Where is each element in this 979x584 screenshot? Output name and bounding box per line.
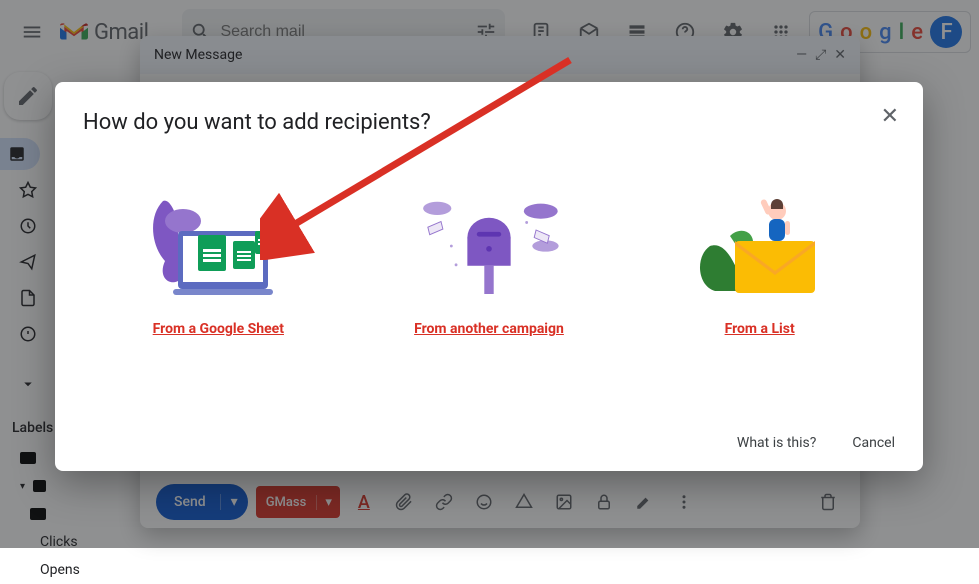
option-another-campaign[interactable]: From another campaign (409, 191, 569, 337)
help-link[interactable]: What is this? (737, 435, 816, 451)
option-label: From another campaign (414, 321, 564, 337)
option-label: From a List (725, 321, 795, 337)
option-label: From a Google Sheet (153, 321, 284, 337)
recipients-modal: How do you want to add recipients? ✕ (55, 82, 923, 471)
cancel-button[interactable]: Cancel (852, 435, 895, 451)
option-google-sheet[interactable]: From a Google Sheet (138, 191, 298, 337)
sheet-illustration (138, 191, 298, 301)
list-illustration (680, 191, 840, 301)
mailbox-illustration (409, 191, 569, 301)
modal-close-icon[interactable]: ✕ (881, 104, 899, 129)
modal-title: How do you want to add recipients? (83, 110, 895, 135)
label-item[interactable]: Opens (12, 556, 56, 584)
option-from-list[interactable]: From a List (680, 191, 840, 337)
